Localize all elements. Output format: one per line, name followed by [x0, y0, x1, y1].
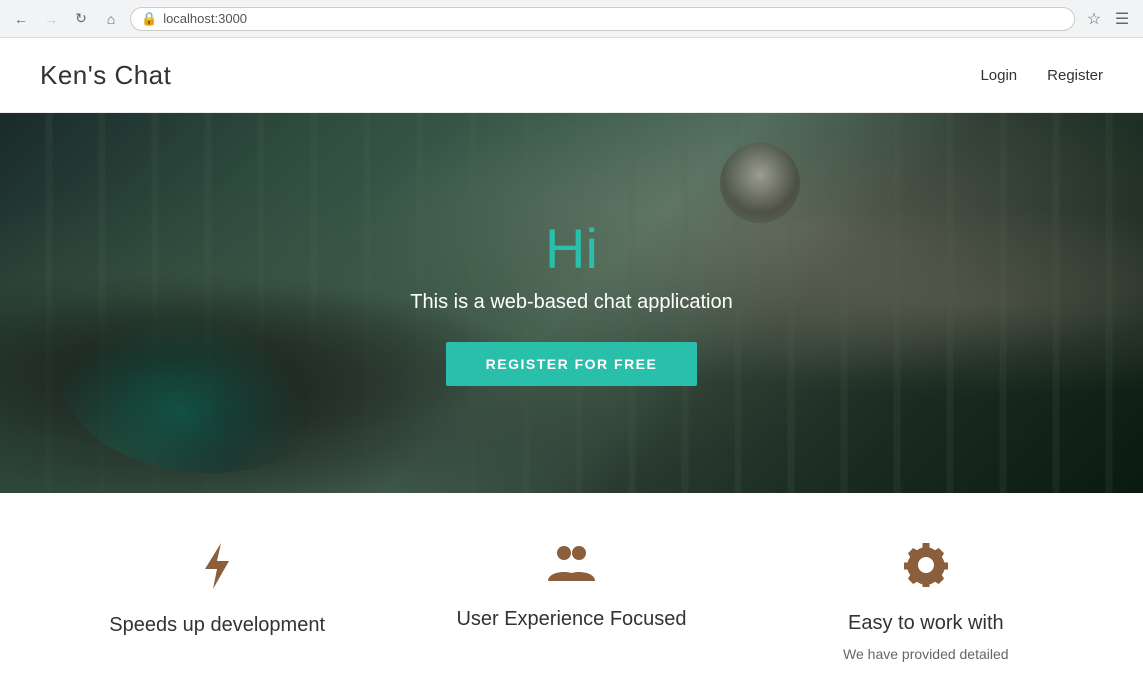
feature-speed-title: Speeds up development [60, 612, 374, 638]
hero-tagline: This is a web-based chat application [410, 291, 732, 314]
users-icon [414, 543, 728, 590]
gear-icon [769, 543, 1083, 594]
feature-easy: Easy to work with We have provided detai… [749, 543, 1103, 665]
hero-section: Hi This is a web-based chat application … [0, 113, 1143, 493]
address-bar[interactable]: 🔒 localhost:3000 [130, 7, 1075, 31]
bolt-icon [60, 543, 374, 596]
login-link[interactable]: Login [980, 67, 1017, 84]
register-cta-button[interactable]: REGISTER FOR FREE [446, 342, 698, 386]
nav-links: Login Register [980, 67, 1103, 84]
bookmark-button[interactable]: ☆ [1083, 8, 1105, 30]
feature-ux-title: User Experience Focused [414, 606, 728, 632]
features-section: Speeds up development User Experience Fo… [0, 493, 1143, 695]
register-link[interactable]: Register [1047, 67, 1103, 84]
back-button[interactable]: ← [10, 8, 32, 30]
browser-toolbar: ← → ↻ ⌂ 🔒 localhost:3000 ☆ ☰ [0, 0, 1143, 38]
browser-right-icons: ☆ ☰ [1083, 8, 1133, 30]
home-button[interactable]: ⌂ [100, 8, 122, 30]
feature-easy-title: Easy to work with [769, 610, 1083, 636]
hero-greeting: Hi [410, 221, 732, 277]
menu-button[interactable]: ☰ [1111, 8, 1133, 30]
moto-mirror-accent [720, 143, 800, 223]
hero-content: Hi This is a web-based chat application … [410, 221, 732, 386]
feature-ux: User Experience Focused [394, 543, 748, 665]
address-url: localhost:3000 [163, 11, 247, 26]
address-lock-icon: 🔒 [141, 11, 157, 27]
site-wrapper: Ken's Chat Login Register Hi This is a w… [0, 38, 1143, 695]
feature-speed: Speeds up development [40, 543, 394, 665]
feature-easy-desc: We have provided detailed [769, 644, 1083, 665]
reload-button[interactable]: ↻ [70, 8, 92, 30]
navbar: Ken's Chat Login Register [0, 38, 1143, 113]
brand-logo: Ken's Chat [40, 60, 171, 91]
moto-teal-accent [60, 273, 360, 473]
forward-button[interactable]: → [40, 8, 62, 30]
